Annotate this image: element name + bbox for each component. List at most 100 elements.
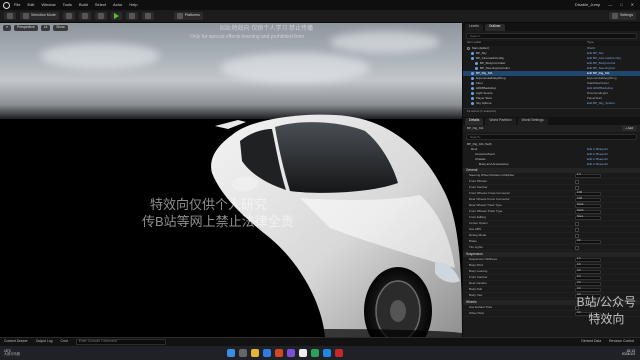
- property-label: Body Yaw: [469, 293, 483, 297]
- actor-name[interactable]: BP_Rig_911: [467, 127, 587, 130]
- property-value-field[interactable]: 0.96: [575, 191, 601, 196]
- content-drawer-button[interactable]: Content Drawer: [4, 339, 28, 343]
- menu-build[interactable]: Build: [79, 3, 88, 7]
- play-icon: [113, 13, 119, 19]
- menu-tools[interactable]: Tools: [63, 3, 72, 7]
- property-value-field[interactable]: 0.0: [575, 281, 601, 286]
- perspective-button[interactable]: Perspective: [13, 24, 38, 31]
- bilibili-branding: B站/公众号 特效向: [577, 294, 636, 328]
- menu-select[interactable]: Select: [95, 3, 106, 7]
- property-value-field[interactable]: Stock: [575, 203, 601, 208]
- property-label: Use ABS: [469, 227, 482, 231]
- property-checkbox[interactable]: [575, 179, 579, 184]
- edge-icon[interactable]: [262, 349, 271, 357]
- show-button[interactable]: Show: [53, 24, 68, 31]
- unreal-taskbar-icon[interactable]: [298, 349, 307, 357]
- menu-file[interactable]: File: [14, 3, 20, 7]
- watermark-center-line1: 特效向仅供个人研究: [150, 197, 268, 212]
- cmd-dropdown[interactable]: Cmd: [61, 339, 68, 343]
- derived-data-button[interactable]: Derived Data: [581, 339, 601, 343]
- menu-edit[interactable]: Edit: [27, 3, 34, 7]
- details-search-input[interactable]: Search...: [466, 134, 637, 140]
- save-button[interactable]: [4, 12, 16, 20]
- property-value-field[interactable]: 0.0: [575, 269, 601, 274]
- pause-icon: [128, 13, 135, 19]
- cinematics-button[interactable]: [94, 12, 107, 20]
- search-icon[interactable]: [238, 349, 247, 357]
- stop-button[interactable]: [141, 12, 154, 20]
- property-value-field[interactable]: 1.0: [575, 173, 601, 178]
- property-checkbox[interactable]: [575, 233, 579, 238]
- windows-taskbar: 18°C 大部分晴朗 18:13 2024/1/3: [0, 346, 640, 360]
- property-value-field[interactable]: Stock: [575, 209, 601, 214]
- app-icon[interactable]: [286, 349, 295, 357]
- selection-mode-dropdown[interactable]: Selection Mode: [20, 12, 59, 20]
- app-icon[interactable]: [334, 349, 343, 357]
- tab-levels[interactable]: Levels: [465, 23, 483, 31]
- title-right: Disable_Jump — □ ✕: [575, 3, 640, 7]
- app-icon[interactable]: [322, 349, 331, 357]
- content-button[interactable]: [62, 12, 75, 20]
- property-value-field[interactable]: 0.96: [575, 197, 601, 202]
- blueprint-button[interactable]: [78, 12, 91, 20]
- viewport-options-button[interactable]: ≡: [3, 24, 11, 31]
- menu-help[interactable]: Help: [129, 3, 137, 7]
- lit-button[interactable]: Lit: [40, 24, 51, 31]
- property-checkbox[interactable]: [575, 245, 579, 250]
- property-label: Steering Wheel Rotation Multiplier: [469, 173, 515, 177]
- clock[interactable]: 18:13 2024/1/3: [622, 349, 635, 357]
- property-value-field[interactable]: None: [575, 215, 601, 220]
- tab-details[interactable]: Details: [465, 117, 484, 125]
- minimize-button[interactable]: —: [608, 3, 612, 7]
- file-explorer-icon[interactable]: [250, 349, 259, 357]
- menu-actor[interactable]: Actor: [113, 3, 122, 7]
- app-icon[interactable]: [274, 349, 283, 357]
- project-name: Disable_Jump: [574, 2, 601, 7]
- outliner-footer: 13 actors (1 selected): [463, 108, 640, 113]
- unreal-logo-icon[interactable]: [3, 1, 10, 9]
- level-viewport[interactable]: ≡ Perspective Lit Show B站:特效向 仅供个人学习 禁止传…: [0, 23, 462, 337]
- property-label: Body Leaning: [469, 269, 488, 273]
- property-value-field[interactable]: 0.0: [575, 287, 601, 292]
- property-checkbox[interactable]: [575, 221, 579, 226]
- save-icon: [7, 13, 13, 19]
- outliner-row[interactable]: Sky Sphere Edit BP_Sky_Sphere: [463, 101, 640, 106]
- outliner-tabs: Levels Outliner: [463, 23, 640, 31]
- folder-icon: [65, 13, 72, 19]
- windows-start-icon[interactable]: [226, 349, 235, 357]
- property-value-field[interactable]: 0.0: [575, 263, 601, 268]
- menu-bar: File Edit Window Tools Build Select Acto…: [0, 0, 640, 10]
- clapper-icon: [97, 13, 104, 19]
- actor-icon: [471, 97, 474, 100]
- actor-icon: [471, 57, 474, 60]
- component-row[interactable]: Body and Accessories Edit in Blueprint: [463, 162, 640, 167]
- platform-icon: [176, 13, 183, 19]
- settings-dropdown[interactable]: Settings: [609, 12, 636, 20]
- add-component-button[interactable]: + Add: [622, 126, 636, 131]
- platforms-dropdown[interactable]: Platforms: [173, 12, 203, 20]
- console-command-input[interactable]: Enter Console Command: [75, 339, 166, 345]
- eye-icon[interactable]: [467, 47, 470, 50]
- menu-window[interactable]: Window: [41, 3, 55, 7]
- property-label: Rear Wheels Cross Connector: [469, 197, 510, 201]
- property-checkbox[interactable]: [575, 185, 579, 190]
- close-button[interactable]: ✕: [631, 3, 634, 7]
- tab-outliner[interactable]: Outliner: [484, 23, 505, 31]
- maximize-button[interactable]: □: [620, 3, 622, 7]
- weather-widget[interactable]: 18°C 大部分晴朗: [4, 349, 20, 356]
- pause-button[interactable]: [125, 12, 138, 20]
- play-button[interactable]: [110, 12, 122, 20]
- revision-control-button[interactable]: Revision Control: [609, 339, 634, 343]
- property-label: Body Pitch: [469, 263, 484, 267]
- property-checkbox[interactable]: [575, 227, 579, 232]
- property-value-field[interactable]: 1.0: [575, 257, 601, 262]
- app-icon[interactable]: [310, 349, 319, 357]
- tab-world-partition[interactable]: World Partition: [485, 117, 516, 125]
- actor-icon: [471, 82, 474, 85]
- output-log-button[interactable]: Output Log: [36, 339, 53, 343]
- outliner-search-input[interactable]: Search...: [466, 33, 637, 39]
- property-value-field[interactable]: 0.0: [575, 239, 601, 244]
- tab-world-settings[interactable]: World Settings: [517, 117, 548, 125]
- viewport-toolbar: ≡ Perspective Lit Show: [0, 23, 462, 32]
- property-value-field[interactable]: 0.0: [575, 275, 601, 280]
